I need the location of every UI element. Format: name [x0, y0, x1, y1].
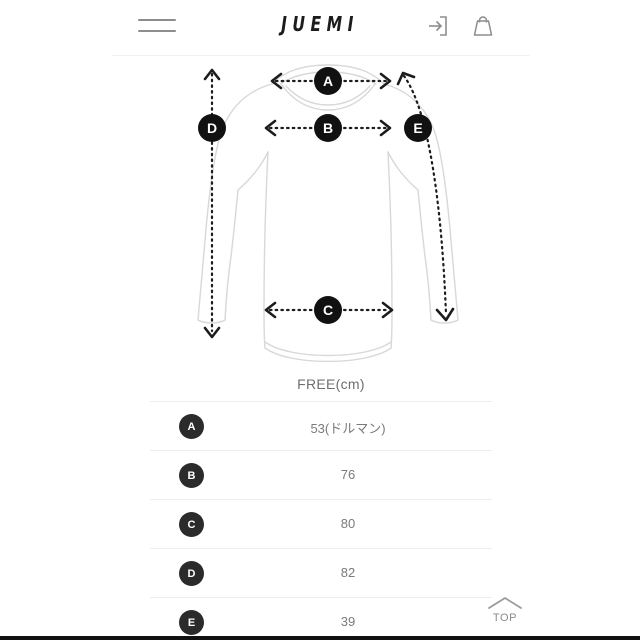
row-badge-b: B [179, 463, 204, 488]
row-badge-d: D [179, 561, 204, 586]
marker-b: B [314, 114, 342, 142]
bottom-bar [0, 636, 640, 640]
scroll-to-top-button[interactable]: TOP [483, 595, 527, 633]
measurement-diagram: A B C D E [0, 52, 640, 363]
table-row: E 39 [0, 598, 640, 640]
row-value-b: 76 [340, 467, 356, 482]
row-value-d: 82 [340, 565, 356, 580]
row-value-a: 53(ドルマン) [310, 421, 386, 436]
size-measurement-table: FREE(cm) A 53(ドルマン) B 76 C 80 D 82 E 39 [0, 368, 640, 640]
row-value-c: 80 [340, 516, 356, 531]
chevron-up-icon [488, 597, 522, 609]
login-enter-glyph [429, 16, 447, 36]
marker-c-label: C [323, 302, 333, 318]
shopping-bag-glyph [473, 16, 493, 36]
row-badge-e: E [179, 610, 204, 635]
row-badge-c: C [179, 512, 204, 537]
row-value-e: 39 [340, 614, 356, 629]
garment-illustration: A B C D E [197, 64, 459, 363]
marker-d-label: D [207, 120, 217, 136]
table-row: D 82 [0, 549, 640, 598]
shopping-bag-icon[interactable] [470, 12, 496, 40]
marker-e: E [404, 114, 432, 142]
login-enter-icon[interactable] [424, 13, 450, 39]
table-header-row: FREE(cm) [0, 368, 640, 402]
marker-a-label: A [323, 73, 333, 89]
marker-d: D [198, 114, 226, 142]
site-header: JUEMI [0, 0, 640, 56]
table-row: A 53(ドルマン) [0, 402, 640, 451]
size-column-header: FREE(cm) [297, 376, 365, 392]
row-badge-a: A [179, 414, 204, 439]
marker-a: A [314, 67, 342, 95]
marker-c: C [314, 296, 342, 324]
dimension-line-e [396, 71, 455, 322]
marker-e-label: E [413, 120, 422, 136]
page-root: JUEMI A B C D E FREE(cm) A 53(ドルマン) B 76… [0, 0, 640, 640]
table-row: B 76 [0, 451, 640, 500]
table-row: C 80 [0, 500, 640, 549]
marker-b-label: B [323, 120, 333, 136]
scroll-to-top-label: TOP [492, 612, 518, 624]
dimension-line-d [203, 68, 221, 339]
